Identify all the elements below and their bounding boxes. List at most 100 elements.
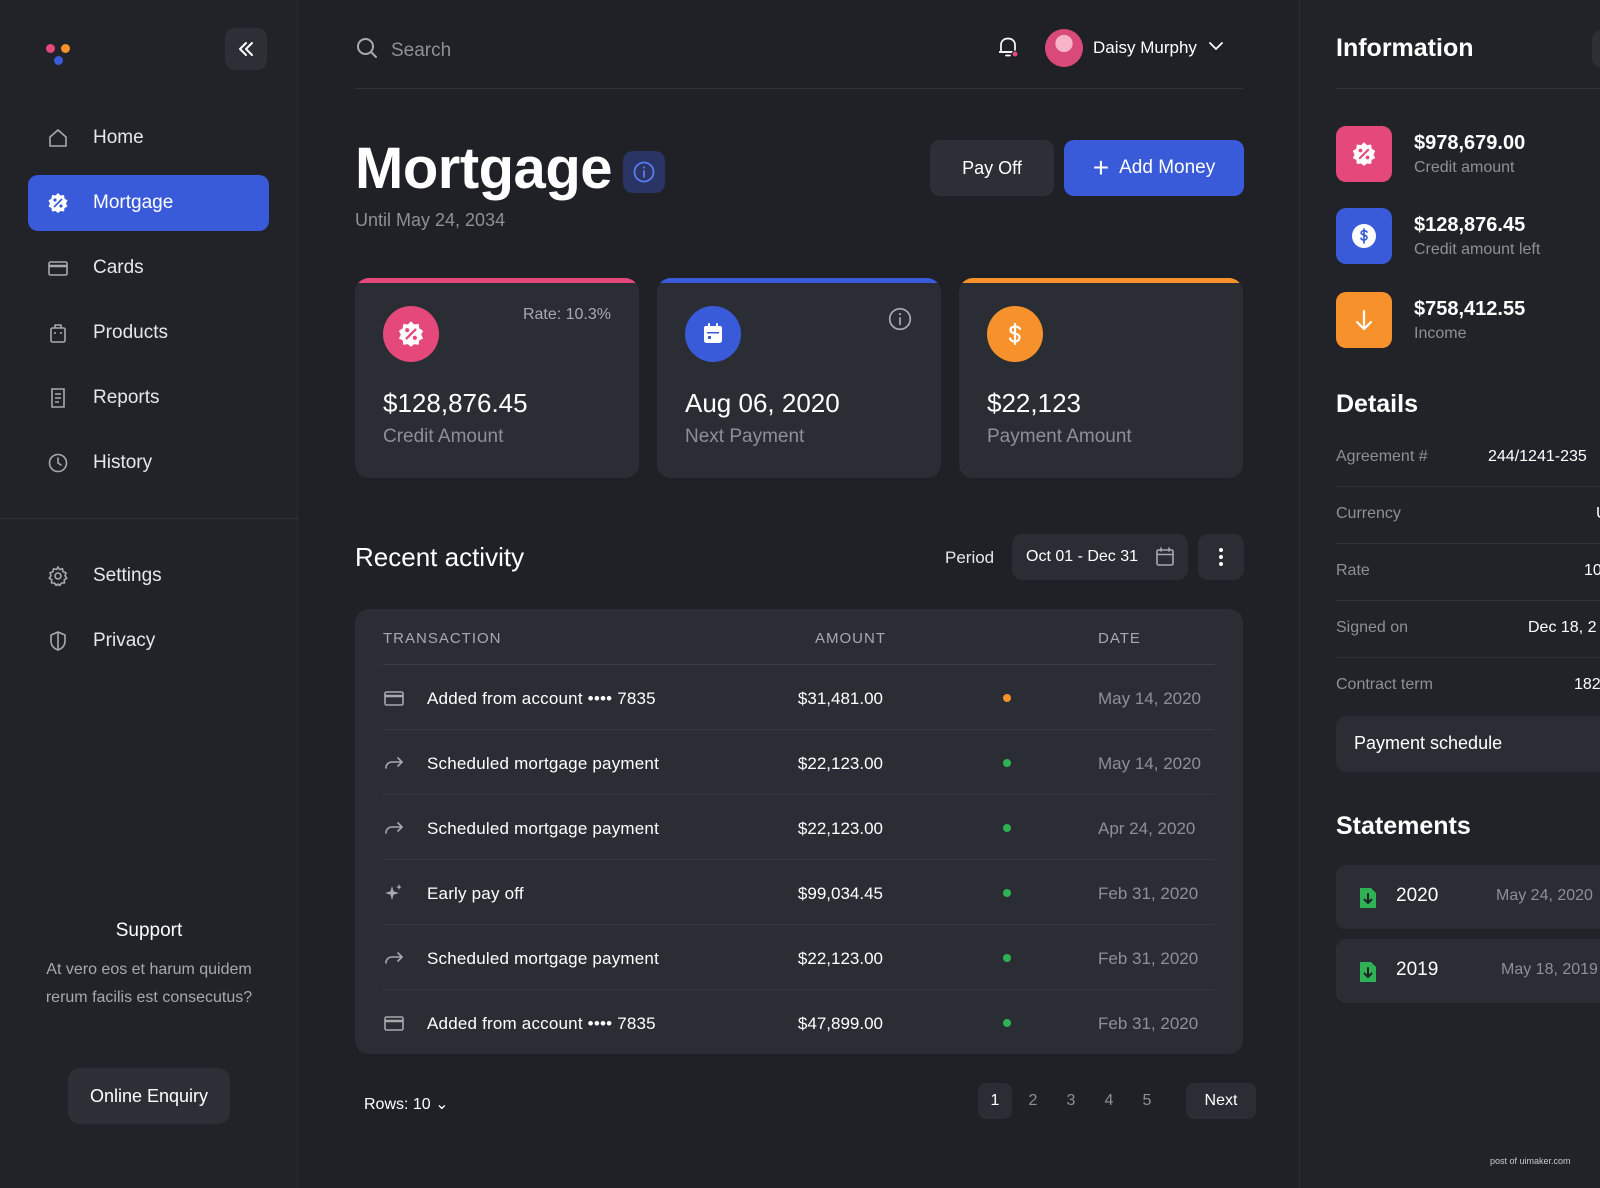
sidebar: Home Mortgage Cards Products Reports His… (0, 0, 298, 1188)
nav-divider (0, 518, 298, 519)
card-value: Aug 06, 2020 (685, 388, 840, 418)
nav-label: Products (93, 322, 168, 343)
info-item-income: $758,412.55 Income (1336, 292, 1600, 348)
transaction-desc: Early pay off (427, 884, 524, 903)
sparkle-icon (383, 882, 405, 904)
more-options-button[interactable] (1198, 534, 1244, 580)
panel-divider (1336, 88, 1600, 89)
transaction-desc: Added from account •••• 7835 (427, 689, 656, 708)
add-money-button[interactable]: + Add Money (1064, 140, 1244, 196)
clock-icon (47, 452, 69, 474)
transaction-date: May 14, 2020 (1098, 689, 1202, 708)
detail-key: Agreement # (1336, 448, 1428, 465)
nav-item-settings[interactable]: Settings (28, 548, 269, 604)
detail-value: U (1596, 505, 1600, 523)
title-info-button[interactable] (623, 151, 665, 193)
activity-table: TRANSACTION AMOUNT DATE Added from accou… (355, 609, 1243, 1054)
user-menu[interactable]: Daisy Murphy (1045, 29, 1225, 67)
status-dot (1003, 954, 1011, 962)
statement-item[interactable]: 2020 May 24, 2020 (1336, 865, 1600, 929)
info-label: Credit amount (1414, 159, 1515, 176)
info-item-credit-amount: $978,679.00 Credit amount (1336, 126, 1600, 182)
nav-item-history[interactable]: History (28, 435, 269, 491)
percent-badge-icon (1336, 126, 1392, 182)
transaction-amount: $31,481.00 (797, 689, 883, 708)
info-panel: Information $978,679.00 Credit amount $1… (1299, 0, 1600, 1188)
transaction-amount: $22,123.00 (797, 819, 883, 838)
collapse-sidebar-button[interactable] (225, 28, 267, 70)
chevron-down-icon: ⌄ (435, 1096, 449, 1113)
page-button[interactable]: 4 (1092, 1083, 1126, 1119)
transaction-date: Feb 31, 2020 (1098, 949, 1199, 968)
panel-action-button[interactable] (1592, 30, 1600, 68)
status-dot (1003, 824, 1011, 832)
table-row[interactable]: Scheduled mortgage payment $22,123.00 May … (383, 730, 1215, 795)
pay-off-button[interactable]: Pay Off (930, 140, 1054, 196)
table-row[interactable]: Added from account •••• 7835 $31,481.00 Ma… (383, 665, 1215, 730)
main-nav: Home Mortgage Cards Products Reports His… (28, 110, 269, 500)
nav-label: Home (93, 127, 144, 148)
next-payment-card[interactable]: Aug 06, 2020 Next Payment (657, 278, 941, 478)
chevron-down-icon (1207, 37, 1225, 60)
statement-date: May 24, 2020 (1496, 887, 1593, 904)
page-button[interactable]: 5 (1130, 1083, 1164, 1119)
transaction-amount: $22,123.00 (797, 949, 883, 968)
card-value: $22,123 (987, 388, 1081, 418)
period-picker[interactable]: Oct 01 - Dec 31 (1012, 534, 1188, 580)
table-row[interactable]: Scheduled mortgage payment $22,123.00 Feb … (383, 925, 1215, 990)
support-title: Support (115, 920, 183, 941)
column-amount[interactable]: AMOUNT (815, 630, 886, 647)
rows-per-page-select[interactable]: Rows: 10 ⌄ (364, 1094, 449, 1114)
column-date[interactable]: DATE (1098, 630, 1141, 647)
detail-key: Signed on (1336, 619, 1409, 636)
column-transaction[interactable]: TRANSACTION (383, 630, 502, 647)
notifications-button[interactable] (995, 34, 1021, 60)
nav-item-privacy[interactable]: Privacy (28, 613, 269, 669)
statements-title: Statements (1336, 812, 1471, 840)
logo[interactable] (46, 42, 76, 68)
payment-schedule-button[interactable]: Payment schedule (1336, 716, 1600, 772)
nav-item-reports[interactable]: Reports (28, 370, 269, 426)
card-icon (47, 257, 69, 279)
transaction-amount: $22,123.00 (797, 754, 883, 773)
calendar-icon (1154, 546, 1176, 573)
info-label: Income (1414, 325, 1467, 342)
nav-item-mortgage[interactable]: Mortgage (28, 175, 269, 231)
search-input[interactable]: Search (355, 36, 451, 66)
rows-label: Rows: 10 (364, 1096, 431, 1113)
more-vertical-icon (1219, 548, 1223, 566)
table-row[interactable]: Added from account •••• 7835 $47,899.00 Fe… (383, 990, 1215, 1055)
info-item-credit-left: $128,876.45 Credit amount left (1336, 208, 1600, 264)
page-button[interactable]: 2 (1016, 1083, 1050, 1119)
arrow-down-icon (1336, 292, 1392, 348)
next-page-button[interactable]: Next (1186, 1083, 1256, 1119)
table-row[interactable]: Early pay off $99,034.45 Feb 31, 2020 (383, 860, 1215, 925)
payment-amount-card[interactable]: $22,123 Payment Amount (959, 278, 1243, 478)
nav-item-cards[interactable]: Cards (28, 240, 269, 296)
card-label: Payment Amount (987, 426, 1132, 447)
card-label: Next Payment (685, 426, 805, 447)
status-dot (1003, 1019, 1011, 1027)
nav-item-products[interactable]: Products (28, 305, 269, 361)
download-file-icon (1358, 886, 1378, 915)
status-dot (1003, 889, 1011, 897)
dollar-icon (1336, 208, 1392, 264)
secondary-nav: Settings Privacy (28, 548, 269, 678)
page-button[interactable]: 1 (978, 1083, 1012, 1119)
recent-activity-title: Recent activity (355, 542, 525, 572)
table-row[interactable]: Scheduled mortgage payment $22,123.00 Apr … (383, 795, 1215, 860)
info-value: $978,679.00 (1414, 132, 1526, 154)
share-arrow-icon (383, 752, 405, 774)
search-placeholder: Search (391, 40, 452, 61)
card-accent-bar (959, 278, 1243, 283)
page-button[interactable]: 3 (1054, 1083, 1088, 1119)
info-icon[interactable] (887, 306, 913, 337)
period-value: Oct 01 - Dec 31 (1026, 548, 1139, 565)
nav-item-home[interactable]: Home (28, 110, 269, 166)
transaction-date: Feb 31, 2020 (1098, 1014, 1199, 1033)
online-enquiry-button[interactable]: Online Enquiry (68, 1068, 230, 1124)
detail-value: Dec 18, 2 (1528, 619, 1597, 636)
credit-amount-card[interactable]: Rate: 10.3% $128,876.45 Credit Amount (355, 278, 639, 478)
statement-item[interactable]: 2019 May 18, 2019 (1336, 939, 1600, 1003)
transaction-date: May 14, 2020 (1098, 754, 1202, 773)
